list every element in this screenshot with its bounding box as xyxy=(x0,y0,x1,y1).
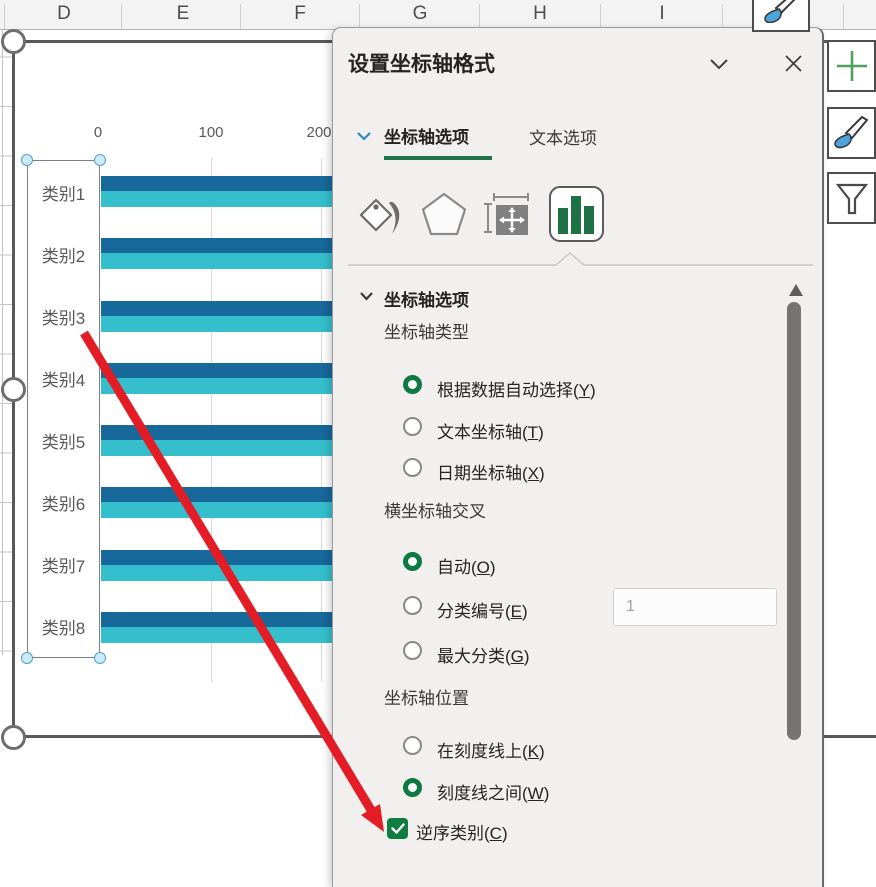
bar-pair[interactable] xyxy=(101,534,332,596)
category-label: 类别4 xyxy=(28,347,99,409)
pane-title: 设置坐标轴格式 xyxy=(348,48,495,78)
check-icon xyxy=(391,823,405,834)
column-letter-i[interactable]: I xyxy=(642,3,682,25)
chart-resize-handle-midleft[interactable] xyxy=(1,377,26,402)
bar-pair[interactable] xyxy=(101,409,332,471)
scrollbar-up-arrow[interactable] xyxy=(789,284,803,296)
radio-label-on-tick-marks[interactable]: 在刻度线上(K) xyxy=(437,737,545,762)
close-icon xyxy=(785,55,802,72)
chart-filters-button[interactable] xyxy=(827,172,876,224)
radio-on-tick-marks[interactable] xyxy=(403,736,422,755)
radio-automatic[interactable] xyxy=(403,552,422,571)
brush-icon xyxy=(761,0,801,23)
tab-text-options[interactable]: 文本选项 xyxy=(529,124,597,149)
pane-divider xyxy=(348,250,814,267)
group-label-axis-position: 坐标轴位置 xyxy=(384,684,469,709)
column-letter-h[interactable]: H xyxy=(520,3,560,25)
radio-label-at-maximum-category[interactable]: 最大分类(G) xyxy=(437,642,530,667)
radio-auto-select-by-data[interactable] xyxy=(403,375,422,394)
category-number-input[interactable] xyxy=(613,588,777,626)
pane-close-button[interactable] xyxy=(785,55,802,72)
tab-chevron-icon[interactable] xyxy=(356,131,372,141)
filter-icon xyxy=(833,179,871,217)
chevron-down-icon xyxy=(709,58,729,70)
bar-pair[interactable] xyxy=(101,471,332,533)
tab-axis-options[interactable]: 坐标轴选项 xyxy=(384,123,469,148)
chart-elements-button[interactable] xyxy=(827,40,876,92)
radio-label-between-tick-marks[interactable]: 刻度线之间(W) xyxy=(437,779,549,804)
column-separator xyxy=(4,4,5,29)
axis-options-icon[interactable] xyxy=(549,186,604,242)
column-separator xyxy=(121,4,122,29)
radio-at-category-number[interactable] xyxy=(403,596,422,615)
pane-collapse-button[interactable] xyxy=(709,58,729,70)
chart-resize-handle-bottomleft[interactable] xyxy=(1,725,26,750)
bar-series-plot[interactable] xyxy=(101,160,332,658)
radio-label-date-axis[interactable]: 日期坐标轴(X) xyxy=(437,459,545,484)
checkbox-label-reverse-categories[interactable]: 逆序类别(C) xyxy=(416,819,508,844)
axis-selection-handle[interactable] xyxy=(94,154,106,166)
axis-selection-handle[interactable] xyxy=(21,154,33,166)
radio-label-at-category-number[interactable]: 分类编号(E) xyxy=(437,597,528,622)
scrollbar-thumb[interactable] xyxy=(787,302,801,740)
size-and-properties-icon[interactable] xyxy=(484,192,532,238)
chart-styles-button-top[interactable] xyxy=(752,0,810,32)
column-separator xyxy=(722,4,723,29)
category-label: 类别6 xyxy=(28,471,99,533)
radio-date-axis[interactable] xyxy=(403,458,422,477)
column-separator xyxy=(479,4,480,29)
category-label: 类别5 xyxy=(28,409,99,471)
group-label-axis-type: 坐标轴类型 xyxy=(384,318,469,343)
bar-pair[interactable] xyxy=(101,222,332,284)
column-letter-e[interactable]: E xyxy=(163,3,203,25)
column-separator xyxy=(240,4,241,29)
radio-label-text-axis[interactable]: 文本坐标轴(T) xyxy=(437,418,544,443)
bar-chart-icon xyxy=(551,188,601,239)
bar-pair[interactable] xyxy=(101,347,332,409)
axis-tick-100: 100 xyxy=(191,124,231,141)
plus-icon xyxy=(834,48,870,84)
group-label-axis-crosses: 横坐标轴交叉 xyxy=(384,497,486,522)
effects-icon[interactable] xyxy=(420,192,468,238)
column-separator xyxy=(843,4,844,29)
bar-pair[interactable] xyxy=(101,285,332,347)
reverse-categories-checkbox[interactable] xyxy=(387,818,408,839)
category-label: 类别7 xyxy=(28,533,99,595)
chart-styles-button[interactable] xyxy=(827,107,876,159)
column-letter-g[interactable]: G xyxy=(400,3,440,25)
column-letter-d[interactable]: D xyxy=(44,3,84,25)
active-tab-underline xyxy=(384,156,492,160)
bar-pair[interactable] xyxy=(101,596,332,658)
radio-label-auto-select-by-data[interactable]: 根据数据自动选择(Y) xyxy=(437,376,596,401)
section-chevron-icon[interactable] xyxy=(359,291,374,301)
radio-between-tick-marks[interactable] xyxy=(403,778,422,797)
category-label: 类别1 xyxy=(28,161,99,223)
bar-pair[interactable] xyxy=(101,160,332,222)
category-label: 类别3 xyxy=(28,285,99,347)
radio-at-maximum-category[interactable] xyxy=(403,641,422,660)
column-separator xyxy=(600,4,601,29)
axis-selection-handle[interactable] xyxy=(21,652,33,664)
chart-resize-handle-topleft[interactable] xyxy=(1,29,26,54)
column-separator xyxy=(359,4,360,29)
category-label: 类别2 xyxy=(28,223,99,285)
column-letter-f[interactable]: F xyxy=(280,3,320,25)
axis-tick-0: 0 xyxy=(78,124,118,141)
category-axis-labels-box[interactable]: 类别1 类别2 类别3 类别4 类别5 类别6 类别7 类别8 xyxy=(27,160,100,658)
fill-and-line-icon[interactable] xyxy=(356,190,402,240)
radio-text-axis[interactable] xyxy=(403,417,422,436)
category-label: 类别8 xyxy=(28,595,99,657)
axis-selection-handle[interactable] xyxy=(94,652,106,664)
column-header-row: D E F G H I xyxy=(0,0,876,30)
section-axis-options[interactable]: 坐标轴选项 xyxy=(384,286,469,311)
radio-label-automatic[interactable]: 自动(O) xyxy=(437,553,496,578)
worksheet-column-gridline xyxy=(2,30,3,655)
brush-icon xyxy=(833,114,871,152)
